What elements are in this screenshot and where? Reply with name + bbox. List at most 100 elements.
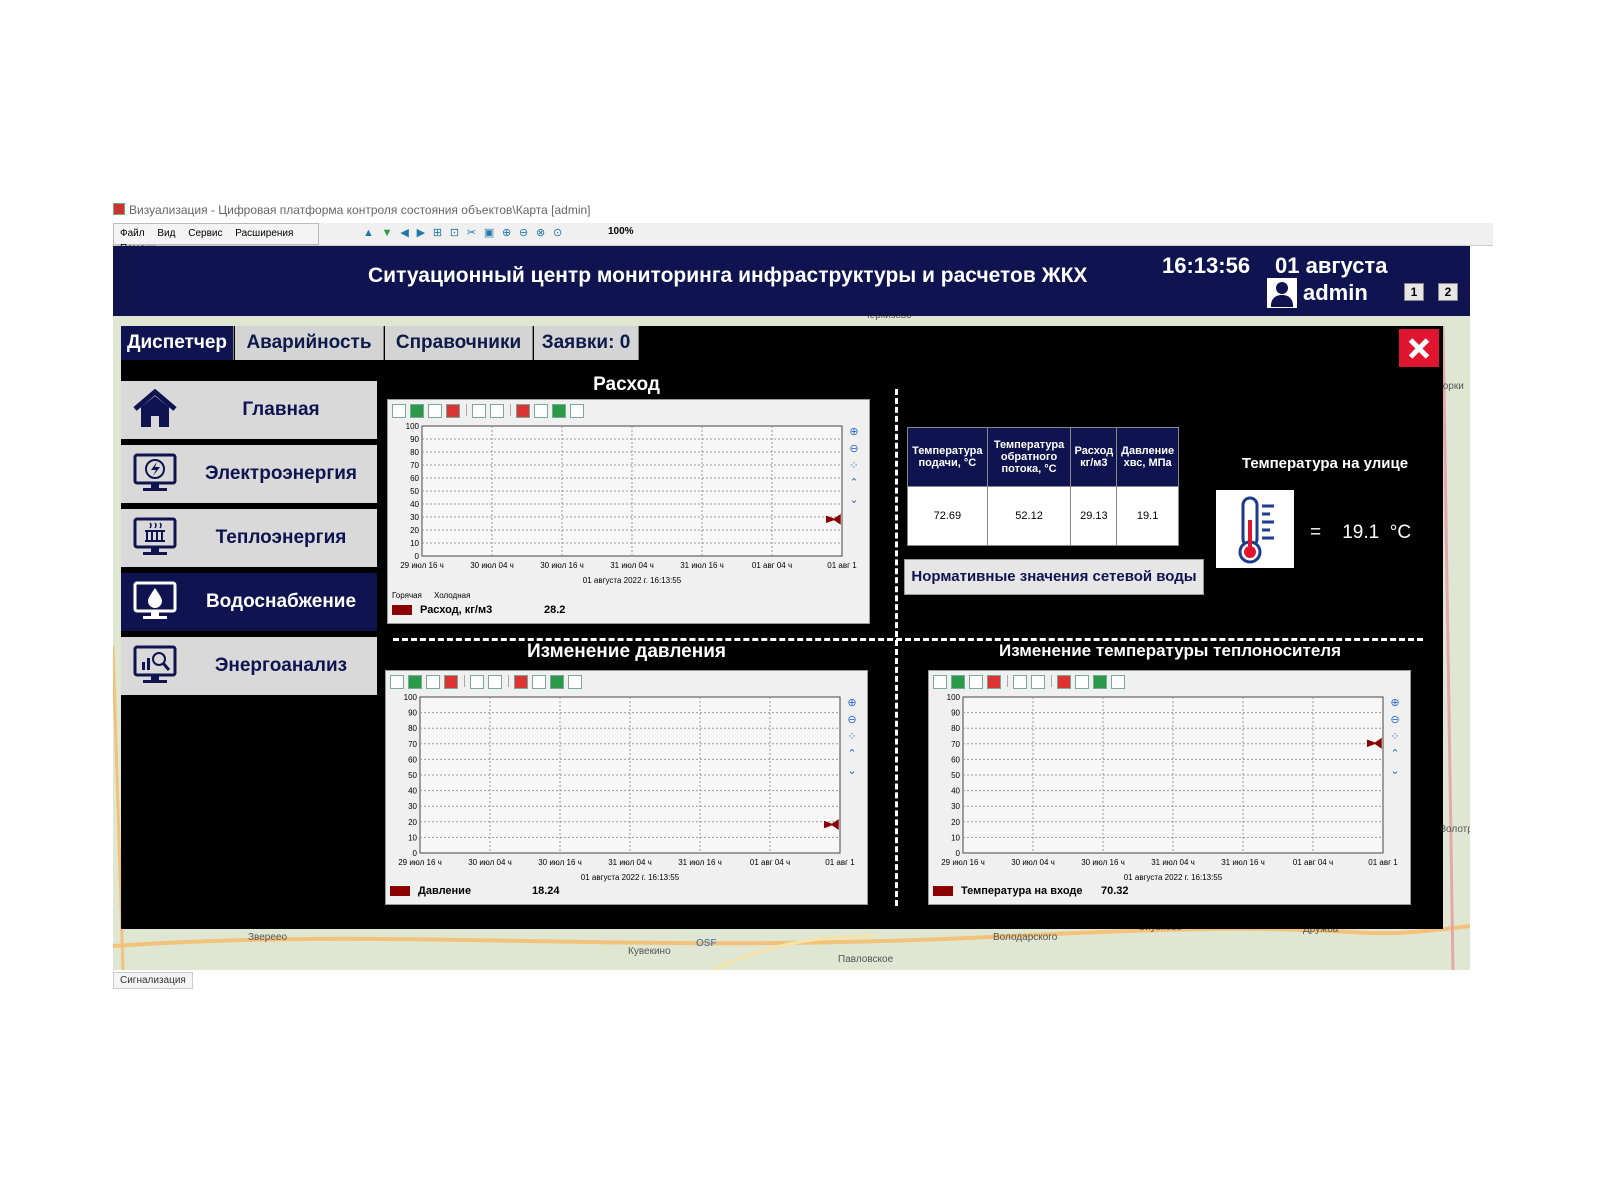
chart-subtab[interactable]: Горячая [392, 591, 422, 600]
norm-values-button[interactable]: Нормативные значения сетевой воды [904, 559, 1204, 595]
menu-extensions[interactable]: Расширения [235, 228, 293, 239]
table-header: Температура обратного потока, °С [986, 427, 1072, 487]
chevron-up-icon[interactable]: ⌃ [847, 475, 861, 492]
chevron-up-icon[interactable]: ⌃ [1388, 746, 1402, 763]
menu-view[interactable]: Вид [157, 228, 175, 239]
fit-icon[interactable]: ⁘ [847, 458, 861, 475]
x-tick-label: 31 июл 16 ч [680, 561, 724, 570]
zoom-out-icon[interactable] [490, 404, 504, 418]
zoom-out-icon[interactable]: ⊖ [519, 226, 528, 239]
tab-directories[interactable]: Справочники [385, 326, 533, 360]
chevron-down-icon[interactable]: ⌄ [1388, 763, 1402, 780]
zoom-in-icon[interactable]: ⊕ [847, 424, 861, 441]
sidebar-item-heat[interactable]: Теплоэнергия [121, 509, 377, 567]
x-tick-label: 30 июл 16 ч [1081, 858, 1125, 867]
arrow-up-icon[interactable]: ▲ [363, 227, 374, 239]
reset-icon[interactable] [514, 675, 528, 689]
zoom-out-icon[interactable]: ⊖ [845, 712, 859, 729]
user-name: admin [1303, 280, 1368, 305]
x-tick-label: 30 июл 16 ч [538, 858, 582, 867]
note-icon[interactable]: ▣ [484, 226, 494, 239]
user-info[interactable]: admin [1267, 278, 1368, 308]
zoom-window-icon[interactable]: ⊙ [553, 226, 562, 239]
equals-sign: = [1310, 522, 1322, 543]
excel-icon[interactable] [550, 675, 564, 689]
tab-accidents[interactable]: Аварийность [235, 326, 384, 360]
zoom-level[interactable]: 100% [608, 226, 634, 237]
select-icon[interactable]: ⊞ [433, 226, 442, 239]
tab-requests[interactable]: Заявки: 0 [534, 326, 639, 360]
y-tick-label: 30 [408, 802, 417, 811]
zoom-out-icon[interactable]: ⊖ [1388, 712, 1402, 729]
line-icon[interactable] [969, 675, 983, 689]
zoom-in-icon[interactable]: ⊕ [845, 695, 859, 712]
zoom-in-icon[interactable] [470, 675, 484, 689]
close-button[interactable] [1399, 329, 1439, 367]
line-icon[interactable] [426, 675, 440, 689]
sidebar-item-analysis[interactable]: Энергоанализ [121, 637, 377, 695]
menu-file[interactable]: Файл [120, 228, 145, 239]
zoom-in-icon[interactable] [472, 404, 486, 418]
sidebar-item-water[interactable]: Водоснабжение [121, 573, 377, 631]
y-tick-label: 80 [410, 448, 419, 457]
pdf-icon[interactable] [987, 675, 1001, 689]
chevron-up-icon[interactable]: ⌃ [845, 746, 859, 763]
pressure-chart[interactable]: 0 10 20 30 40 50 60 70 80 90 100 29 июл 16 ч 30 июл … [385, 670, 868, 905]
coolant-temp-chart[interactable]: 0 10 20 30 40 50 60 70 80 90 100 29 июл 16 ч 30 июл … [928, 670, 1411, 905]
print-icon[interactable] [568, 675, 582, 689]
app-icon [113, 203, 125, 215]
home-icon [133, 389, 177, 427]
chevron-down-icon[interactable]: ⌄ [847, 492, 861, 509]
chevron-down-icon[interactable]: ⌄ [845, 763, 859, 780]
x-tick-label: 01 авг 1 [1368, 858, 1398, 867]
screen-1-button[interactable]: 1 [1404, 283, 1424, 301]
zoom-in-icon[interactable] [1013, 675, 1027, 689]
screen-2-button[interactable]: 2 [1438, 283, 1458, 301]
refresh-icon[interactable] [951, 675, 965, 689]
arrow-left-icon[interactable]: ◀ [400, 226, 408, 239]
excel-icon[interactable] [1093, 675, 1107, 689]
chart-type-icon[interactable] [390, 675, 404, 689]
refresh-icon[interactable] [410, 404, 424, 418]
undo-icon[interactable] [534, 404, 548, 418]
menu-service[interactable]: Сервис [188, 228, 222, 239]
chart-type-icon[interactable] [392, 404, 406, 418]
reset-icon[interactable] [516, 404, 530, 418]
reset-icon[interactable] [1057, 675, 1071, 689]
zoom-out-icon[interactable]: ⊖ [847, 441, 861, 458]
undo-icon[interactable] [1075, 675, 1089, 689]
print-icon[interactable] [1111, 675, 1125, 689]
chart-legend: Расход, кг/м3 28.2 [392, 604, 852, 616]
undo-icon[interactable] [532, 675, 546, 689]
print-icon[interactable] [570, 404, 584, 418]
sidebar-item-label: Энергоанализ [214, 655, 348, 676]
zoom-in-icon[interactable]: ⊕ [502, 226, 511, 239]
fit-icon[interactable]: ⊡ [450, 226, 459, 239]
sidebar-item-electricity[interactable]: Электроэнергия [121, 445, 377, 503]
analysis-monitor-icon [133, 645, 177, 683]
refresh-icon[interactable] [408, 675, 422, 689]
tools-icon[interactable]: ✂ [467, 226, 476, 239]
coolant-temp-section-title: Изменение температуры теплоносителя [998, 641, 1342, 660]
pressure-chart-plot: 0 10 20 30 40 50 60 70 80 90 100 29 июл 16 ч 30 июл … [398, 693, 855, 882]
pdf-icon[interactable] [446, 404, 460, 418]
line-icon[interactable] [428, 404, 442, 418]
pdf-icon[interactable] [444, 675, 458, 689]
fit-icon[interactable]: ⁘ [845, 729, 859, 746]
zoom-reset-icon[interactable]: ⊗ [536, 226, 545, 239]
flow-chart[interactable]: 0 10 20 30 40 50 60 70 80 90 100 29 июл 16 ч 30 июл … [387, 399, 870, 624]
zoom-out-icon[interactable] [488, 675, 502, 689]
sidebar-item-home[interactable]: Главная [121, 381, 377, 439]
zoom-in-icon[interactable]: ⊕ [1388, 695, 1402, 712]
alarm-tab[interactable]: Сигнализация [113, 972, 193, 989]
chart-subtab[interactable]: Холодная [434, 591, 470, 600]
arrow-right-icon[interactable]: ▶ [417, 226, 425, 239]
tab-dispatcher[interactable]: Диспетчер [121, 326, 234, 360]
fit-icon[interactable]: ⁘ [1388, 729, 1402, 746]
pressure-section-title: Изменение давления [527, 641, 726, 662]
excel-icon[interactable] [552, 404, 566, 418]
arrow-down-icon[interactable]: ▼ [382, 227, 393, 239]
flow-chart-plot: 0 10 20 30 40 50 60 70 80 90 100 29 июл 16 ч 30 июл … [392, 422, 857, 600]
chart-type-icon[interactable] [933, 675, 947, 689]
zoom-out-icon[interactable] [1031, 675, 1045, 689]
